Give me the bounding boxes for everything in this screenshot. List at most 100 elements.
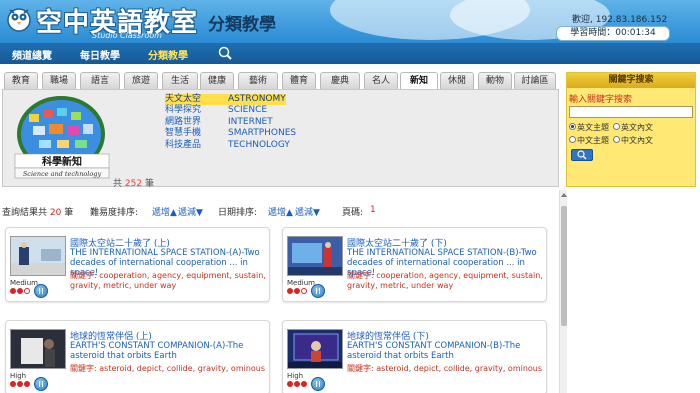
difficulty-dots: [287, 288, 307, 294]
difficulty-dot: [17, 381, 23, 387]
radio-button[interactable]: [569, 136, 576, 143]
radio-chinese-topic[interactable]: 中文主題: [569, 135, 609, 146]
keyword-search-button[interactable]: [571, 149, 593, 161]
tab-leisure[interactable]: 休閒: [440, 72, 474, 89]
difficulty-dot: [301, 381, 307, 387]
keyword-search-label: 輸入關鍵字搜索: [569, 95, 633, 105]
audio-play-icon[interactable]: [311, 377, 325, 391]
subcategory-label-en[interactable]: ASTRONOMY: [228, 94, 286, 106]
search-icon[interactable]: [216, 46, 234, 60]
subcategory-label-zh[interactable]: 科學探究: [165, 105, 228, 116]
difficulty-level: Medium: [287, 279, 315, 287]
lesson-title-en[interactable]: EARTH'S CONSTANT COMPANION-(A)-The aster…: [70, 341, 266, 361]
difficulty-dot: [24, 288, 30, 294]
keyword-search-title: 關鍵字搜索: [567, 73, 695, 88]
subcategory-internet[interactable]: 網路世界 INTERNET: [165, 117, 296, 128]
category-tabs: 教育 職場 語言 旅遊 生活 健康 藝術 體育 慶典 名人 新知 休閒 動物 討…: [4, 72, 559, 90]
tab-festival[interactable]: 慶典: [320, 72, 360, 89]
audio-play-icon[interactable]: [311, 284, 325, 298]
subcategory-label-en[interactable]: TECHNOLOGY: [228, 140, 290, 151]
radio-chinese-content[interactable]: 中文內文: [613, 135, 653, 146]
owl-logo-icon: [7, 8, 31, 32]
difficulty-dot: [10, 288, 16, 294]
difficulty-sort-desc[interactable]: 遞減▼: [178, 205, 203, 218]
tab-sports[interactable]: 體育: [282, 72, 316, 89]
radio-english-topic[interactable]: 英文主題: [569, 122, 609, 133]
category-panel: 科學新知 Science and technology 共 252 筆 天文太空…: [2, 89, 559, 189]
tab-health[interactable]: 健康: [200, 72, 234, 89]
tab-forum[interactable]: 討論區: [514, 72, 556, 89]
difficulty-dot: [294, 381, 300, 387]
radio-button[interactable]: [613, 123, 620, 130]
date-sort-desc[interactable]: 遞減▼: [295, 205, 320, 218]
lesson-card[interactable]: High 地球的恆常伴侶 (上) EARTH'S CONSTANT COMPAN…: [5, 320, 270, 393]
tab-education[interactable]: 教育: [4, 72, 38, 89]
main-nav: 頻道總覽 每日教學 分類教學: [0, 43, 700, 64]
radio-english-content[interactable]: 英文內文: [613, 122, 653, 133]
search-icon: [577, 150, 587, 160]
lesson-card[interactable]: Medium 國際太空站二十歲了 (下) THE INTERNATIONAL S…: [282, 227, 547, 302]
radio-button[interactable]: [613, 136, 620, 143]
difficulty-dot: [17, 288, 23, 294]
lesson-thumbnail[interactable]: [10, 236, 66, 276]
nav-item-daily-teaching[interactable]: 每日教學: [80, 47, 120, 62]
total-count: 共 252 筆: [113, 179, 154, 189]
lesson-card[interactable]: High 地球的恆常伴侶 (下) EARTH'S CONSTANT COMPAN…: [282, 320, 547, 393]
lesson-keywords: 關鍵字: asteroid, depict, collide, gravity,…: [70, 364, 266, 373]
nav-item-channel-overview[interactable]: 頻道總覽: [12, 47, 52, 62]
lesson-thumbnail[interactable]: [10, 329, 66, 369]
audio-play-icon[interactable]: [34, 284, 48, 298]
subcategory-technology[interactable]: 科技產品 TECHNOLOGY: [165, 140, 296, 151]
tab-science[interactable]: 新知: [400, 72, 438, 90]
tab-workplace[interactable]: 職場: [42, 72, 76, 89]
lesson-card[interactable]: Medium 國際太空站二十歲了 (上) THE INTERNATIONAL S…: [5, 227, 270, 302]
tab-animals[interactable]: 動物: [478, 72, 512, 89]
difficulty-sort-label: 難易度排序:: [90, 208, 139, 218]
brand-subtitle: Studio Classroom: [92, 31, 162, 40]
lesson-keywords: 關鍵字: asteroid, depict, collide, gravity,…: [347, 364, 543, 373]
section-title: 分類教學: [208, 15, 276, 35]
tab-life[interactable]: 生活: [162, 72, 198, 89]
tab-celebrity[interactable]: 名人: [364, 72, 398, 89]
science-category-image: 科學新知 Science and technology: [14, 96, 110, 179]
page-label: 頁碼:: [342, 208, 364, 218]
radio-row-chinese: 中文主題 中文內文: [569, 135, 653, 146]
nav-item-category-teaching[interactable]: 分類教學: [148, 47, 188, 62]
results-scrollbar[interactable]: [559, 190, 567, 393]
subcategory-smartphones[interactable]: 智慧手機 SMARTPHONES: [165, 128, 296, 139]
tab-travel[interactable]: 旅遊: [124, 72, 158, 89]
subcategory-label-en[interactable]: SMARTPHONES: [228, 128, 296, 139]
keyword-input[interactable]: [569, 106, 693, 118]
lesson-title-en[interactable]: EARTH'S CONSTANT COMPANION-(B)-The aster…: [347, 341, 543, 361]
difficulty-dots: [10, 381, 30, 387]
difficulty-level: High: [10, 372, 27, 380]
audio-play-icon[interactable]: [34, 377, 48, 391]
lesson-thumbnail[interactable]: [287, 329, 343, 369]
tab-language[interactable]: 語言: [80, 72, 120, 89]
subcategory-astronomy[interactable]: 天文太空 ASTRONOMY: [165, 94, 296, 106]
science-caption: 科學新知: [42, 155, 82, 168]
subcategory-science[interactable]: 科學探究 SCIENCE: [165, 105, 296, 116]
lesson-thumbnail[interactable]: [287, 236, 343, 276]
date-sort-asc[interactable]: 遞增▲: [268, 205, 293, 218]
subcategory-label-zh[interactable]: 網路世界: [165, 117, 228, 128]
subcategory-label-en[interactable]: SCIENCE: [228, 105, 267, 116]
difficulty-dot: [10, 381, 16, 387]
radio-button[interactable]: [569, 123, 576, 130]
subcategory-label-en[interactable]: INTERNET: [228, 117, 273, 128]
tab-art[interactable]: 藝術: [238, 72, 278, 89]
scroll-up-icon[interactable]: [561, 191, 567, 199]
page-number[interactable]: 1: [370, 205, 376, 215]
subcategory-label-zh[interactable]: 科技產品: [165, 140, 228, 151]
date-sort-label: 日期排序:: [218, 208, 258, 218]
difficulty-sort-asc[interactable]: 遞增▲: [152, 205, 177, 218]
subcategory-label-zh[interactable]: 天文太空: [165, 94, 228, 106]
difficulty-dot: [294, 288, 300, 294]
scroll-thumb[interactable]: [561, 206, 567, 326]
difficulty-dot: [287, 381, 293, 387]
subcategory-label-zh[interactable]: 智慧手機: [165, 128, 228, 139]
difficulty-level: Medium: [10, 279, 38, 287]
keyword-search-panel: 關鍵字搜索 輸入關鍵字搜索 英文主題 英文內文 中文主題 中文內文: [566, 72, 696, 187]
lesson-keywords: 關鍵字: cooperation, agency, equipment, sus…: [70, 271, 266, 290]
difficulty-dots: [287, 381, 307, 387]
